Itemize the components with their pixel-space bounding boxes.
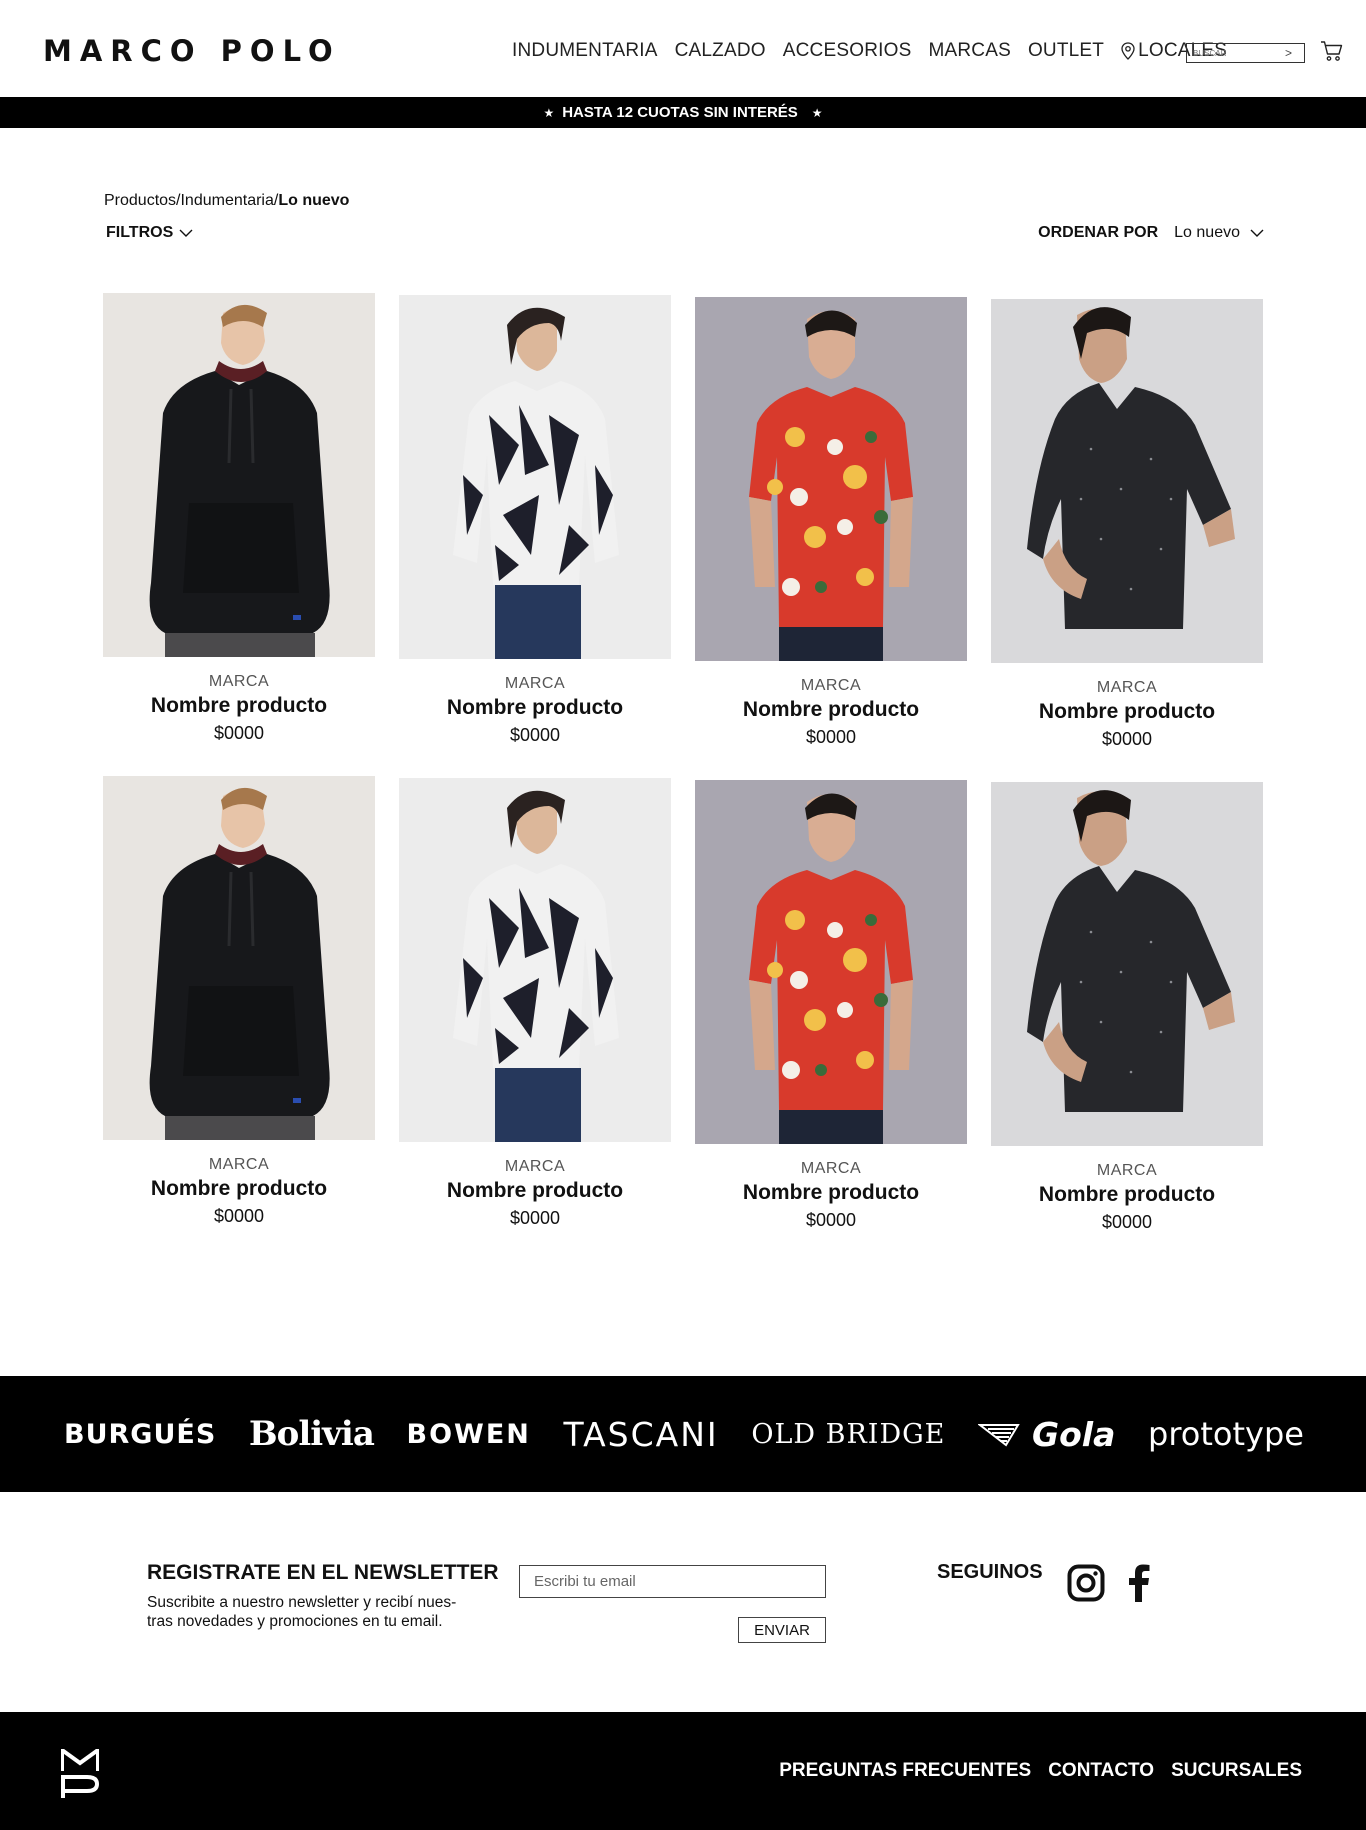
product-image[interactable] [695, 780, 967, 1144]
site-header: MARCO POLO INDUMENTARIA CALZADO ACCESORI… [0, 0, 1366, 97]
sort-control[interactable]: ORDENAR POR Lo nuevo [1038, 224, 1264, 242]
product-brand: MARCA [208, 673, 270, 690]
breadcrumb-current: Lo nuevo [278, 192, 350, 209]
main-nav: INDUMENTARIA CALZADO ACCESORIOS MARCAS O… [512, 40, 1244, 62]
newsletter-text: Suscribite a nuestro newsletter y recibí… [147, 1594, 457, 1630]
sort-label: ORDENAR POR [1038, 224, 1159, 241]
footer-link-sucursales[interactable]: SUCURSALES [1171, 1760, 1302, 1782]
product-price: $0000 [509, 725, 561, 745]
product-price: $0000 [213, 723, 265, 743]
site-logo[interactable]: MARCO POLO [43, 34, 341, 68]
newsletter-email-input[interactable] [519, 1565, 826, 1598]
brand-logo-tascani[interactable]: TASCANI [564, 1415, 719, 1454]
chevron-down-icon [1250, 229, 1264, 237]
product-card[interactable]: MARCA Nombre producto $0000 [991, 776, 1263, 1259]
promo-text: HASTA 12 CUOTAS SIN INTERÉS [562, 104, 798, 121]
chevron-down-icon [179, 229, 193, 237]
brand-logo-bolivia[interactable]: Bolivia [249, 1414, 375, 1454]
product-image[interactable] [103, 293, 375, 657]
product-name[interactable]: Nombre producto [103, 1177, 375, 1201]
product-name[interactable]: Nombre producto [991, 700, 1263, 724]
filters-button[interactable]: FILTROS [106, 224, 193, 242]
brand-logo-bowen[interactable]: BOWEN [407, 1419, 531, 1450]
footer-links: PREGUNTAS FRECUENTES CONTACTO SUCURSALES [762, 1760, 1302, 1782]
product-name[interactable]: Nombre producto [991, 1183, 1263, 1207]
brand-gola-label: Gola [1032, 1414, 1116, 1454]
product-card[interactable]: MARCA Nombre producto $0000 [103, 293, 375, 776]
product-name[interactable]: Nombre producto [399, 1179, 671, 1203]
instagram-icon[interactable] [1067, 1564, 1105, 1607]
nav-outlet[interactable]: OUTLET [1028, 40, 1104, 62]
cart-icon[interactable] [1320, 40, 1343, 67]
footer-link-contacto[interactable]: CONTACTO [1048, 1760, 1154, 1782]
product-name[interactable]: Nombre producto [695, 698, 967, 722]
star-icon: ★ [543, 105, 555, 120]
product-card[interactable]: MARCA Nombre producto $0000 [695, 293, 967, 776]
location-pin-icon [1121, 42, 1135, 60]
product-image[interactable] [991, 782, 1263, 1146]
product-image[interactable] [399, 778, 671, 1142]
product-card[interactable]: MARCA Nombre producto $0000 [695, 776, 967, 1259]
breadcrumb: Productos/Indumentaria/Lo nuevo [104, 192, 349, 210]
product-brand: MARCA [208, 1156, 270, 1173]
product-brand: MARCA [1096, 1162, 1158, 1179]
social-title: SEGUINOS [937, 1561, 1043, 1583]
product-card[interactable]: MARCA Nombre producto $0000 [399, 293, 671, 776]
footer-link-faq[interactable]: PREGUNTAS FRECUENTES [779, 1760, 1031, 1782]
newsletter-title: REGISTRATE EN EL NEWSLETTER [147, 1561, 499, 1584]
product-image[interactable] [399, 295, 671, 659]
product-brand: MARCA [504, 675, 566, 692]
promo-banner: ★ HASTA 12 CUOTAS SIN INTERÉS ★ [0, 97, 1366, 128]
product-name[interactable]: Nombre producto [399, 696, 671, 720]
search-input[interactable] [1187, 48, 1283, 58]
facebook-icon[interactable] [1126, 1564, 1152, 1607]
footer-logo-mp-icon[interactable] [60, 1746, 100, 1804]
product-image[interactable] [695, 297, 967, 661]
product-price: $0000 [509, 1208, 561, 1228]
nav-marcas[interactable]: MARCAS [928, 40, 1011, 62]
nav-accesorios[interactable]: ACCESORIOS [783, 40, 912, 62]
search-submit-icon[interactable]: > [1285, 47, 1292, 59]
breadcrumb-productos[interactable]: Productos/ [104, 192, 180, 209]
nav-calzado[interactable]: CALZADO [675, 40, 766, 62]
sort-value: Lo nuevo [1174, 224, 1240, 241]
product-brand: MARCA [800, 1160, 862, 1177]
brand-logo-prototype[interactable]: prototype [1148, 1415, 1304, 1453]
product-brand: MARCA [1096, 679, 1158, 696]
product-card[interactable]: MARCA Nombre producto $0000 [399, 776, 671, 1259]
brand-logo-gola[interactable]: Gola [978, 1415, 1115, 1454]
product-name[interactable]: Nombre producto [103, 694, 375, 718]
product-card[interactable]: MARCA Nombre producto $0000 [991, 293, 1263, 776]
product-brand: MARCA [800, 677, 862, 694]
product-name[interactable]: Nombre producto [695, 1181, 967, 1205]
brand-logo-burgues[interactable]: BURGUÉS [64, 1419, 216, 1450]
product-grid: MARCA Nombre producto $0000 MARCA Nombre… [103, 293, 1263, 1259]
nav-indumentaria[interactable]: INDUMENTARIA [512, 40, 658, 62]
product-price: $0000 [805, 727, 857, 747]
breadcrumb-indumentaria[interactable]: Indumentaria/ [180, 192, 278, 209]
filters-label: FILTROS [106, 224, 174, 241]
search-box: > [1186, 43, 1305, 63]
gola-wing-icon [978, 1424, 1020, 1447]
star-icon: ★ [811, 105, 823, 120]
product-image[interactable] [991, 299, 1263, 663]
brand-logo-old-bridge[interactable]: OLD BRIDGE [751, 1419, 945, 1450]
product-image[interactable] [103, 776, 375, 1140]
brands-strip: BURGUÉS Bolivia BOWEN TASCANI OLD BRIDGE… [0, 1376, 1366, 1492]
product-price: $0000 [1101, 729, 1153, 749]
site-footer: PREGUNTAS FRECUENTES CONTACTO SUCURSALES [0, 1712, 1366, 1830]
product-brand: MARCA [504, 1158, 566, 1175]
newsletter-submit-button[interactable]: ENVIAR [738, 1617, 826, 1643]
product-price: $0000 [213, 1206, 265, 1226]
product-card[interactable]: MARCA Nombre producto $0000 [103, 776, 375, 1259]
product-price: $0000 [1101, 1212, 1153, 1232]
product-price: $0000 [805, 1210, 857, 1230]
